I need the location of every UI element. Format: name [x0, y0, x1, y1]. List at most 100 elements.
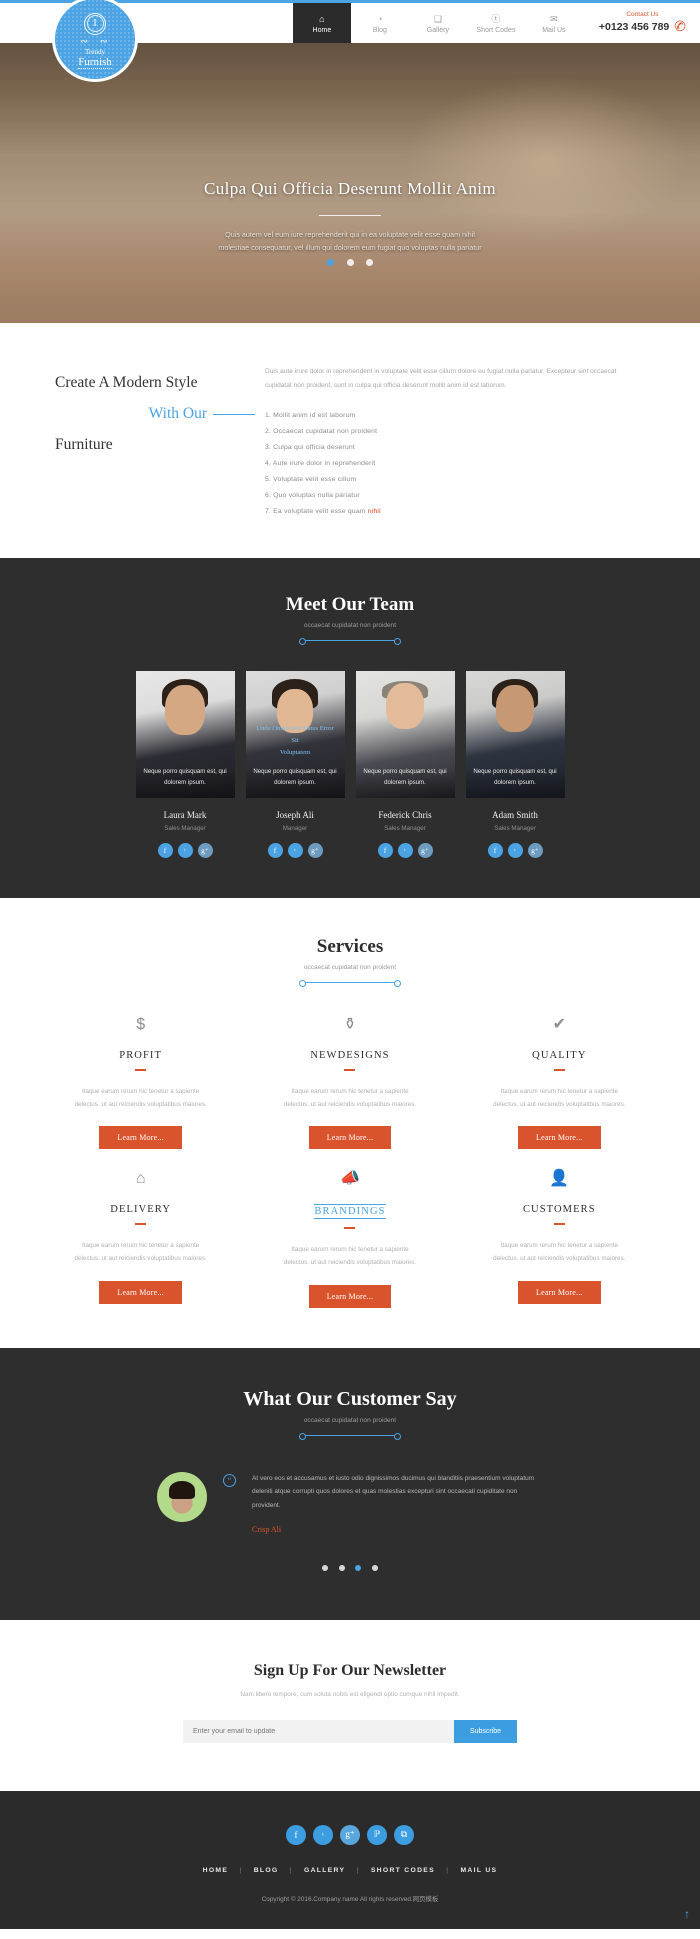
- service-text-line-1: Itaque earum rerum hic tenetur a sapient…: [500, 1087, 618, 1095]
- team-member-hover-link[interactable]: Unde Omnis Iste Natus Error Sit Voluptat…: [246, 723, 345, 768]
- footer-link-gallery[interactable]: GALLERY: [304, 1867, 345, 1874]
- facebook-icon[interactable]: f: [286, 1824, 306, 1845]
- google-plus-icon[interactable]: g⁺: [527, 842, 543, 858]
- subscribe-button[interactable]: Subscribe: [454, 1719, 517, 1743]
- nav-item-blog[interactable]: ◔ Blog: [351, 3, 409, 43]
- list-item: 1. Mollit anim id est laborum: [265, 412, 356, 420]
- caption-line-2: dolorem ipsum.: [384, 778, 426, 786]
- page-root: I ∾∾ Trendy Furnish ⌂ Home ◔ Blog ❑ Gall…: [0, 0, 700, 1929]
- testimonial-author[interactable]: Crisp Ali: [252, 1525, 543, 1534]
- service-text: Itaque earum rerum hic tenetur a sapient…: [54, 1239, 227, 1265]
- avatar-face: [386, 682, 424, 729]
- google-plus-icon[interactable]: g⁺: [340, 1824, 360, 1845]
- list-item: 6. Quo voluptas nulla pariatur: [265, 491, 360, 499]
- google-plus-icon[interactable]: g⁺: [307, 842, 323, 858]
- team-divider: [299, 637, 401, 645]
- nav-item-short-codes[interactable]: ⓣ Short Codes: [467, 3, 525, 43]
- facebook-icon[interactable]: f: [157, 842, 173, 858]
- site-footer: f ᵗ g⁺ ℙ ⧉ HOME | BLOG | GALLERY | SHORT…: [0, 1790, 700, 1929]
- team-member-card[interactable]: Unde Omnis Iste Natus Error Sit Voluptat…: [245, 670, 345, 858]
- footer-link-short-codes[interactable]: SHORT CODES: [371, 1867, 435, 1874]
- gallery-icon: ❑: [433, 13, 442, 24]
- footer-link-mail-us[interactable]: MAIL US: [460, 1867, 497, 1874]
- learn-more-button[interactable]: Learn More...: [99, 1126, 182, 1150]
- team-member-role: Sales Manager: [494, 824, 536, 832]
- service-name: CUSTOMERS: [522, 1204, 596, 1216]
- team-member-name: Laura Mark: [163, 809, 207, 820]
- team-grid: Neque porro quisquam est, qui dolorem ip…: [0, 670, 700, 858]
- testimonial-text: At vero eos et accusamus et iusto odio d…: [252, 1474, 535, 1509]
- testimonial-dot-4[interactable]: [371, 1564, 378, 1571]
- hero-dot-2[interactable]: [346, 259, 354, 266]
- learn-more-button[interactable]: Learn More...: [308, 1126, 392, 1150]
- contact-row: +0123 456 789 ✆: [599, 17, 688, 35]
- team-title: Meet Our Team: [285, 593, 415, 615]
- services-title: Services: [316, 935, 384, 957]
- user-icon: 👤: [549, 1170, 570, 1188]
- team-member-caption: Neque porro quisquam est, qui dolorem ip…: [245, 766, 345, 798]
- intro-heading-dash: [213, 413, 255, 415]
- twitter-icon[interactable]: ᵗ: [397, 842, 413, 858]
- hero-dot-3[interactable]: [365, 259, 373, 266]
- learn-more-button[interactable]: Learn More...: [518, 1280, 601, 1304]
- quote-icon: “: [223, 1473, 236, 1487]
- email-field[interactable]: [183, 1719, 454, 1743]
- nav-label-mail-us: Mail Us: [542, 26, 566, 34]
- google-plus-icon[interactable]: g⁺: [197, 842, 213, 858]
- team-member-name: Federick Chris: [378, 809, 432, 820]
- hover-line-2: Voluptatem: [279, 748, 311, 756]
- testimonial-dot-1[interactable]: [322, 1564, 329, 1571]
- facebook-icon[interactable]: f: [267, 842, 283, 858]
- nav-item-gallery[interactable]: ❑ Gallery: [409, 3, 467, 43]
- service-card-customers: 👤 CUSTOMERS Itaque earum rerum hic tenet…: [455, 1171, 664, 1307]
- intro-paragraph: Duis aute irure dolor in reprehenderit i…: [265, 368, 617, 389]
- facebook-icon[interactable]: f: [487, 842, 503, 858]
- hero-dot-1[interactable]: [327, 259, 335, 266]
- caption-line-2: dolorem ipsum.: [494, 778, 536, 786]
- caption-line-1: Neque porro quisquam est, qui: [253, 767, 337, 775]
- google-plus-icon[interactable]: g⁺: [417, 842, 433, 858]
- list-item: 7. Ea voluptate velit esse quam nihil: [265, 504, 645, 520]
- short-codes-icon: ⓣ: [491, 13, 501, 24]
- twitter-icon[interactable]: ᵗ: [313, 1824, 333, 1845]
- twitter-icon[interactable]: ᵗ: [177, 842, 193, 858]
- hero-divider: [319, 215, 381, 216]
- home-icon: ⌂: [319, 13, 325, 24]
- pinterest-icon[interactable]: ℙ: [367, 1824, 387, 1845]
- team-member-caption: Neque porro quisquam est, qui dolorem ip…: [355, 766, 455, 798]
- back-to-top-icon[interactable]: ↑: [684, 1907, 690, 1921]
- intro-heading-line-1: Create A Modern Style: [55, 374, 198, 391]
- twitter-icon[interactable]: ᵗ: [507, 842, 523, 858]
- footer-link-home[interactable]: HOME: [203, 1867, 229, 1874]
- intro-heading-line-2-wrap: With Our: [55, 398, 255, 429]
- learn-more-button[interactable]: Learn More...: [99, 1280, 182, 1304]
- service-text-line-1: Itaque earum rerum hic tenetur a sapient…: [291, 1246, 409, 1254]
- list-item: 4. Aute irure dolor in reprehenderit: [265, 459, 376, 467]
- learn-more-button[interactable]: Learn More...: [308, 1284, 392, 1308]
- footer-link-blog[interactable]: BLOG: [254, 1867, 279, 1874]
- avatar: [157, 1471, 207, 1522]
- service-name: NEWDESIGNS: [310, 1049, 390, 1061]
- testimonial-divider: [299, 1432, 401, 1440]
- nav-item-home[interactable]: ⌂ Home: [292, 3, 351, 43]
- service-name[interactable]: BRANDINGS: [314, 1204, 386, 1220]
- team-member-card[interactable]: Neque porro quisquam est, qui dolorem ip…: [355, 670, 455, 858]
- twitter-icon[interactable]: ᵗ: [287, 842, 303, 858]
- instagram-icon[interactable]: ⧉: [394, 1824, 414, 1845]
- facebook-icon[interactable]: f: [377, 842, 393, 858]
- contact-phone-number[interactable]: +0123 456 789: [599, 21, 669, 33]
- testimonial-dot-2[interactable]: [338, 1564, 345, 1571]
- newsletter-section: Sign Up For Our Newsletter Nam libero te…: [0, 1619, 700, 1791]
- site-logo[interactable]: I ∾∾ Trendy Furnish: [55, 0, 135, 79]
- learn-more-button[interactable]: Learn More...: [518, 1126, 601, 1150]
- avatar-face: [165, 684, 205, 735]
- testimonial-dot-3[interactable]: [355, 1564, 362, 1571]
- team-member-caption: Neque porro quisquam est, qui dolorem ip…: [465, 766, 565, 798]
- service-text: Itaque earum rerum hic tenetur a sapient…: [473, 1239, 646, 1265]
- nav-item-mail-us[interactable]: ✉ Mail Us: [525, 3, 583, 43]
- services-subtitle: occaecat cupidatat non proident: [303, 963, 397, 971]
- service-card-newdesigns: ⚱ NEWDESIGNS Itaque earum rerum hic tene…: [245, 1016, 454, 1150]
- team-member-card[interactable]: Neque porro quisquam est, qui dolorem ip…: [135, 670, 235, 858]
- service-card-brandings: 📣 BRANDINGS Itaque earum rerum hic tenet…: [245, 1171, 454, 1308]
- team-member-card[interactable]: Neque porro quisquam est, qui dolorem ip…: [465, 670, 565, 858]
